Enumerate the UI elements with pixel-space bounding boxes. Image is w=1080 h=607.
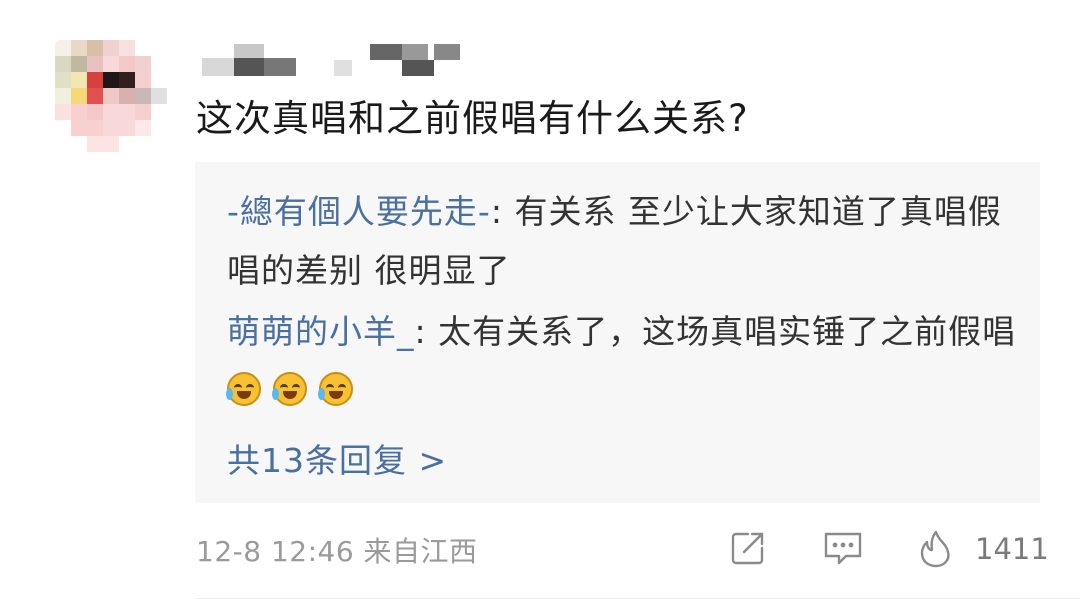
reply-separator: : bbox=[414, 312, 439, 351]
comment-icon[interactable] bbox=[822, 528, 864, 568]
flame-like-icon[interactable] bbox=[916, 528, 956, 570]
comment-meta: 12-8 12:46 来自江西 bbox=[196, 530, 478, 570]
reply-text: 太有关系了，这场真唱实锤了之前假唱 bbox=[438, 312, 1017, 351]
comment-time: 12-8 12:46 bbox=[196, 535, 355, 568]
avatar[interactable] bbox=[55, 40, 167, 152]
comment-text: 这次真唱和之前假唱有什么关系? bbox=[196, 97, 749, 140]
reply-item[interactable]: 萌萌的小羊_: 太有关系了，这场真唱实锤了之前假唱 bbox=[226, 302, 1017, 420]
like-count: 1411 bbox=[975, 532, 1049, 566]
more-replies-link[interactable]: 共13条回复 > bbox=[227, 434, 447, 482]
crying-laughing-emoji bbox=[226, 372, 261, 406]
username-pixelated[interactable] bbox=[200, 40, 470, 80]
comment-location: 来自江西 bbox=[363, 535, 478, 568]
reply-username[interactable]: -總有個人要先走- bbox=[227, 192, 491, 231]
reply-separator: : bbox=[490, 192, 515, 231]
reply-item[interactable]: -總有個人要先走-: 有关系 至少让大家知道了真唱假唱的差别 很明显了 bbox=[227, 182, 1017, 300]
reply-username[interactable]: 萌萌的小羊_ bbox=[227, 312, 415, 351]
share-icon[interactable] bbox=[728, 528, 768, 568]
replies-box[interactable]: -總有個人要先走-: 有关系 至少让大家知道了真唱假唱的差别 很明显了 萌萌的小… bbox=[195, 162, 1040, 503]
crying-laughing-emoji bbox=[318, 372, 353, 406]
divider bbox=[196, 598, 1080, 599]
crying-laughing-emoji bbox=[272, 372, 307, 406]
